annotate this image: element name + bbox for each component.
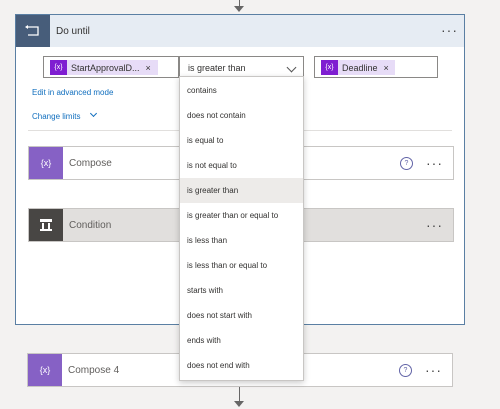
- do-until-header[interactable]: Do until ···: [16, 15, 464, 47]
- operator-option[interactable]: is not equal to: [180, 153, 303, 178]
- operator-option[interactable]: is equal to: [180, 128, 303, 153]
- token-remove-button[interactable]: ×: [146, 63, 151, 73]
- condition-left-field[interactable]: {x} StartApprovalD... ×: [43, 56, 179, 78]
- change-limits-link[interactable]: Change limits: [32, 112, 80, 121]
- compose-icon: {x}: [29, 147, 63, 179]
- loop-icon: [16, 15, 50, 47]
- operator-option[interactable]: ends with: [180, 328, 303, 353]
- operator-option[interactable]: does not start with: [180, 303, 303, 328]
- variable-icon: {x}: [321, 60, 338, 75]
- operator-option[interactable]: is greater than or equal to: [180, 203, 303, 228]
- compose-icon: {x}: [28, 354, 62, 386]
- condition-icon: [29, 209, 63, 241]
- operator-option[interactable]: does not end with: [180, 353, 303, 378]
- operator-option[interactable]: contains: [180, 78, 303, 103]
- chevron-down-icon: [89, 109, 98, 118]
- operator-select[interactable]: is greater than: [179, 56, 304, 78]
- token-label: StartApprovalD...: [71, 62, 140, 73]
- operator-dropdown-menu: contains does not contain is equal to is…: [179, 76, 304, 381]
- token-label: Deadline: [342, 62, 378, 73]
- compose-4-title: Compose 4: [68, 365, 120, 376]
- token-remove-button[interactable]: ×: [384, 63, 389, 73]
- deadline-token[interactable]: {x} Deadline ×: [321, 60, 395, 75]
- flow-arrow-top: [234, 6, 244, 12]
- start-approval-token[interactable]: {x} StartApprovalD... ×: [50, 60, 158, 75]
- compose-title: Compose: [69, 158, 112, 169]
- help-icon[interactable]: ?: [400, 157, 413, 170]
- do-until-title: Do until: [56, 26, 90, 37]
- flow-arrow-bottom: [234, 401, 244, 407]
- condition-more-options-button[interactable]: ···: [426, 218, 443, 232]
- compose-4-more-options-button[interactable]: ···: [425, 363, 442, 377]
- operator-option[interactable]: is less than or equal to: [180, 253, 303, 278]
- operator-select-value: is greater than: [188, 63, 246, 73]
- operator-option[interactable]: is less than: [180, 228, 303, 253]
- operator-option[interactable]: does not contain: [180, 103, 303, 128]
- help-icon[interactable]: ?: [399, 364, 412, 377]
- edit-advanced-mode-link[interactable]: Edit in advanced mode: [32, 88, 113, 97]
- compose-more-options-button[interactable]: ···: [426, 156, 443, 170]
- do-until-more-options-button[interactable]: ···: [441, 23, 458, 37]
- operator-option-selected[interactable]: is greater than: [180, 178, 303, 203]
- operator-option[interactable]: starts with: [180, 278, 303, 303]
- condition-title: Condition: [69, 220, 112, 231]
- condition-right-field[interactable]: {x} Deadline ×: [314, 56, 438, 78]
- variable-icon: {x}: [50, 60, 67, 75]
- chevron-down-icon: [286, 62, 297, 73]
